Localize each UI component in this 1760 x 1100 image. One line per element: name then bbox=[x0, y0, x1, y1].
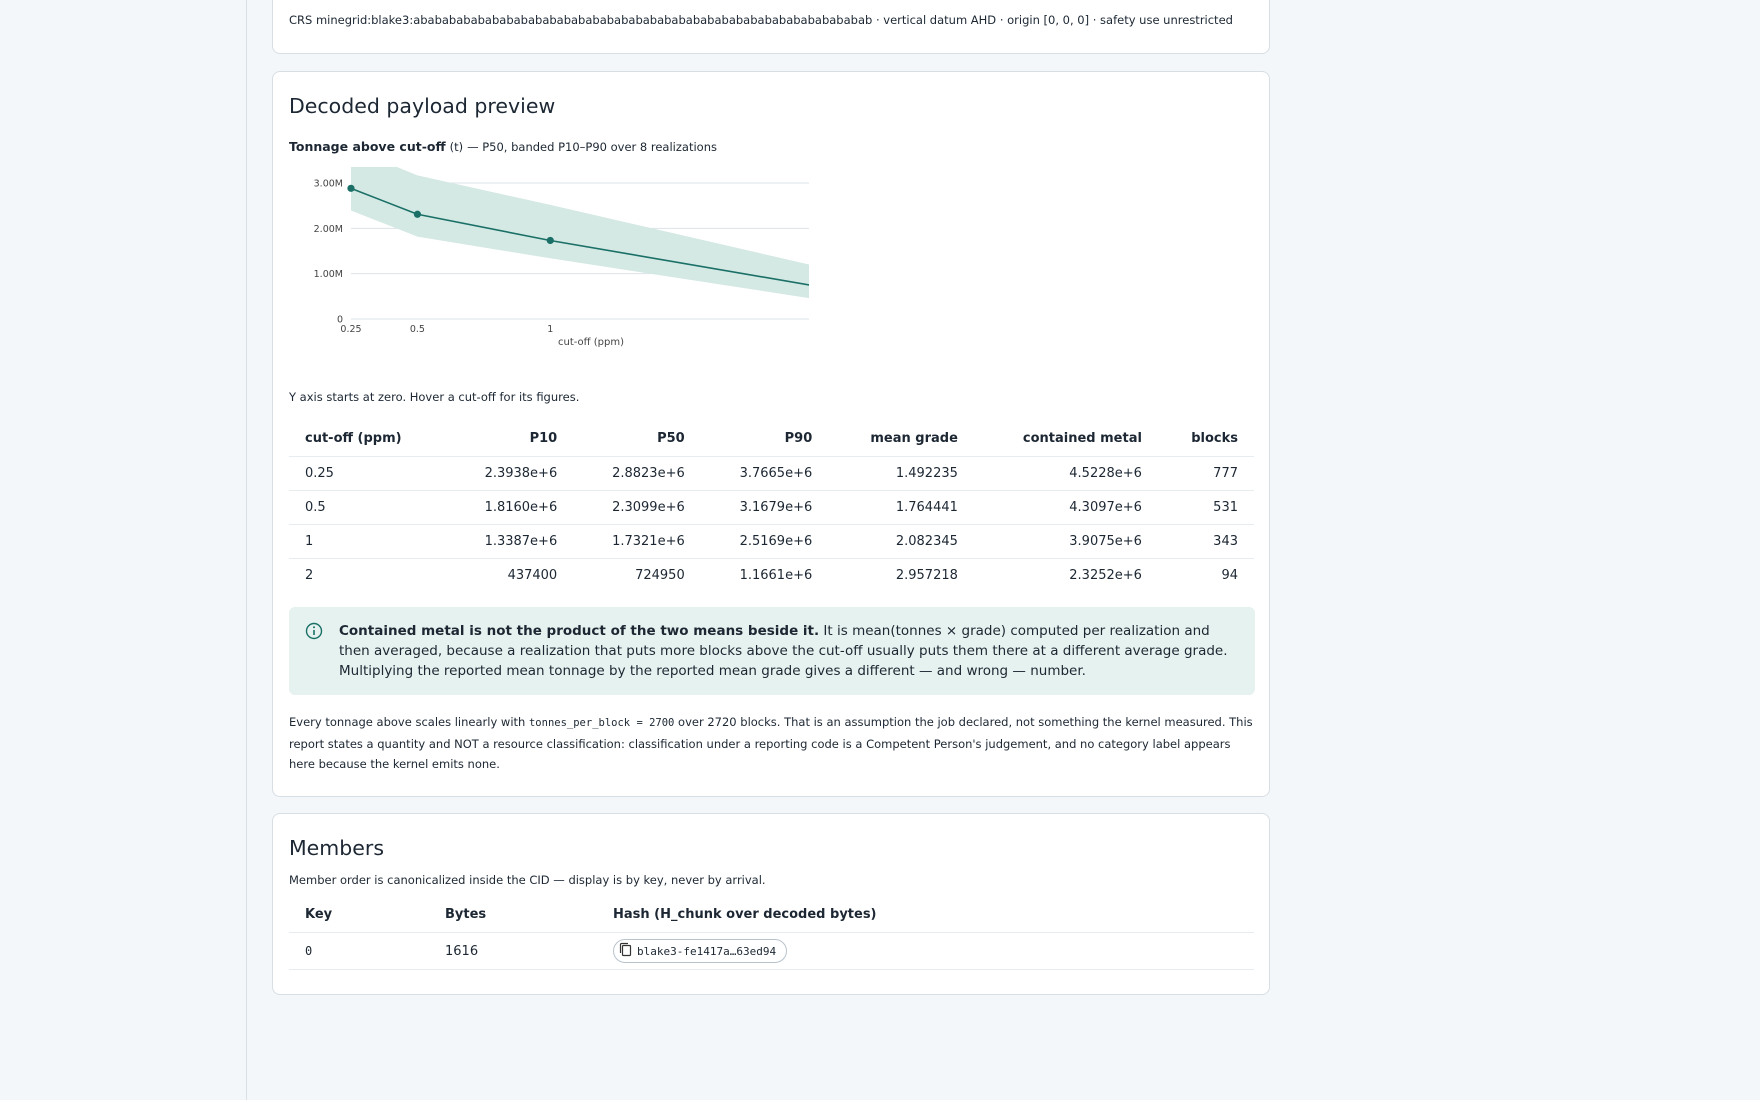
members-table: Key Bytes Hash (H_chunk over decoded byt… bbox=[289, 896, 1254, 970]
copy-hash-button[interactable]: blake3-fe1417a…63ed94 bbox=[613, 939, 788, 963]
table-cell: 4.5228e+6 bbox=[973, 456, 1158, 491]
x-axis-label: cut-off (ppm) bbox=[558, 337, 624, 348]
table-cell: 2.3099e+6 bbox=[573, 490, 701, 525]
scaling-note: Every tonnage above scales linearly with… bbox=[289, 712, 1255, 775]
table-cell: 4.3097e+6 bbox=[973, 490, 1158, 525]
chart-title-unit: (t) bbox=[449, 140, 464, 154]
table-cell: 0.25 bbox=[289, 456, 446, 491]
table-row: 2 437400 724950 1.1661e+6 2.957218 2.325… bbox=[289, 558, 1254, 592]
note-code: tonnes_per_block = 2700 bbox=[528, 717, 675, 729]
table-cell: 2.8823e+6 bbox=[573, 456, 701, 491]
column-header: Bytes bbox=[429, 896, 597, 933]
note-text: Every tonnage above scales linearly with bbox=[289, 715, 529, 729]
chart-title-main: Tonnage above cut-off bbox=[289, 139, 446, 154]
table-cell: 94 bbox=[1157, 558, 1254, 592]
table-cell: 1.3387e+6 bbox=[445, 524, 574, 559]
column-header: Key bbox=[289, 896, 429, 933]
y-tick-label: 3.00M bbox=[314, 179, 343, 190]
tonnage-chart[interactable]: 01.00M2.00M3.00M0.250.512cut-off (ppm) bbox=[289, 167, 809, 382]
contained-metal-callout: Contained metal is not the product of th… bbox=[289, 607, 1255, 695]
column-header: P90 bbox=[700, 420, 829, 457]
table-cell: 3.9075e+6 bbox=[973, 524, 1158, 559]
table-cell: 2.5169e+6 bbox=[700, 524, 829, 559]
table-cell: 437400 bbox=[445, 558, 574, 592]
table-cell: 777 bbox=[1157, 456, 1254, 491]
sidebar bbox=[0, 0, 247, 1100]
x-tick-label: 1 bbox=[547, 324, 553, 335]
table-cell: 724950 bbox=[573, 558, 701, 592]
y-tick-label: 2.00M bbox=[314, 224, 343, 235]
table-cell: 1.7321e+6 bbox=[573, 524, 701, 559]
column-header: P10 bbox=[445, 420, 574, 457]
table-cell: 1.1661e+6 bbox=[700, 558, 829, 592]
table-cell: 1.8160e+6 bbox=[445, 490, 574, 525]
p50-point bbox=[347, 184, 355, 192]
table-row: 0 1616 blake3-fe1417a…63ed94 bbox=[289, 932, 1254, 970]
table-header-row: cut-off (ppm) P10 P50 P90 mean grade con… bbox=[289, 420, 1254, 457]
column-header: mean grade bbox=[828, 420, 974, 457]
section-title: Decoded payload preview bbox=[289, 94, 556, 118]
crs-card: CRS minegrid:blake3:abababababababababab… bbox=[272, 0, 1270, 54]
section-title: Members bbox=[289, 836, 385, 860]
member-key: 0 bbox=[289, 932, 429, 970]
x-tick-label: 0.5 bbox=[410, 324, 425, 335]
table-cell: 1.492235 bbox=[828, 456, 974, 491]
copy-icon bbox=[618, 942, 633, 960]
column-header: Hash (H_chunk over decoded bytes) bbox=[597, 896, 1254, 933]
members-subtitle: Member order is canonicalized inside the… bbox=[289, 873, 766, 887]
hash-text: blake3-fe1417a…63ed94 bbox=[637, 944, 777, 958]
table-cell: 3.7665e+6 bbox=[700, 456, 829, 491]
table-cell: 2.3938e+6 bbox=[445, 456, 574, 491]
cutoff-table: cut-off (ppm) P10 P50 P90 mean grade con… bbox=[289, 420, 1254, 592]
table-row: 0.5 1.8160e+6 2.3099e+6 3.1679e+6 1.7644… bbox=[289, 490, 1254, 525]
members-card: Members Member order is canonicalized in… bbox=[272, 813, 1270, 995]
table-cell: 2.082345 bbox=[828, 524, 974, 559]
table-row: 1 1.3387e+6 1.7321e+6 2.5169e+6 2.082345… bbox=[289, 524, 1254, 559]
p50-point bbox=[413, 210, 422, 218]
chart-title: Tonnage above cut-off (t) — P50, banded … bbox=[289, 139, 717, 154]
crs-line: CRS minegrid:blake3:abababababababababab… bbox=[289, 13, 1233, 27]
table-cell: 531 bbox=[1157, 490, 1254, 525]
table-cell: 1.764441 bbox=[828, 490, 974, 525]
table-cell: 2.957218 bbox=[828, 558, 974, 592]
table-cell: 2 bbox=[289, 558, 446, 592]
table-cell: 1 bbox=[289, 524, 446, 559]
x-tick-label: 0.25 bbox=[340, 324, 361, 335]
column-header: blocks bbox=[1157, 420, 1254, 457]
table-cell: 343 bbox=[1157, 524, 1254, 559]
p10-p90-band bbox=[351, 167, 809, 299]
member-hash-cell: blake3-fe1417a…63ed94 bbox=[597, 932, 1254, 970]
column-header: P50 bbox=[573, 420, 701, 457]
chart-title-subtitle: — P50, banded P10–P90 over 8 realization… bbox=[467, 140, 717, 154]
column-header: cut-off (ppm) bbox=[289, 420, 446, 457]
table-header-row: Key Bytes Hash (H_chunk over decoded byt… bbox=[289, 896, 1254, 933]
p50-point bbox=[546, 236, 554, 245]
member-bytes: 1616 bbox=[429, 932, 597, 970]
y-tick-label: 1.00M bbox=[314, 269, 343, 280]
table-row: 0.25 2.3938e+6 2.8823e+6 3.7665e+6 1.492… bbox=[289, 456, 1254, 491]
callout-heading: Contained metal is not the product of th… bbox=[339, 623, 820, 639]
axis-note: Y axis starts at zero. Hover a cut-off f… bbox=[289, 390, 580, 404]
table-cell: 2.3252e+6 bbox=[973, 558, 1158, 592]
table-cell: 0.5 bbox=[289, 490, 446, 525]
column-header: contained metal bbox=[973, 420, 1158, 457]
table-cell: 3.1679e+6 bbox=[700, 490, 829, 525]
info-icon bbox=[305, 622, 323, 646]
decoded-payload-preview-card: Decoded payload preview Tonnage above cu… bbox=[272, 71, 1270, 797]
